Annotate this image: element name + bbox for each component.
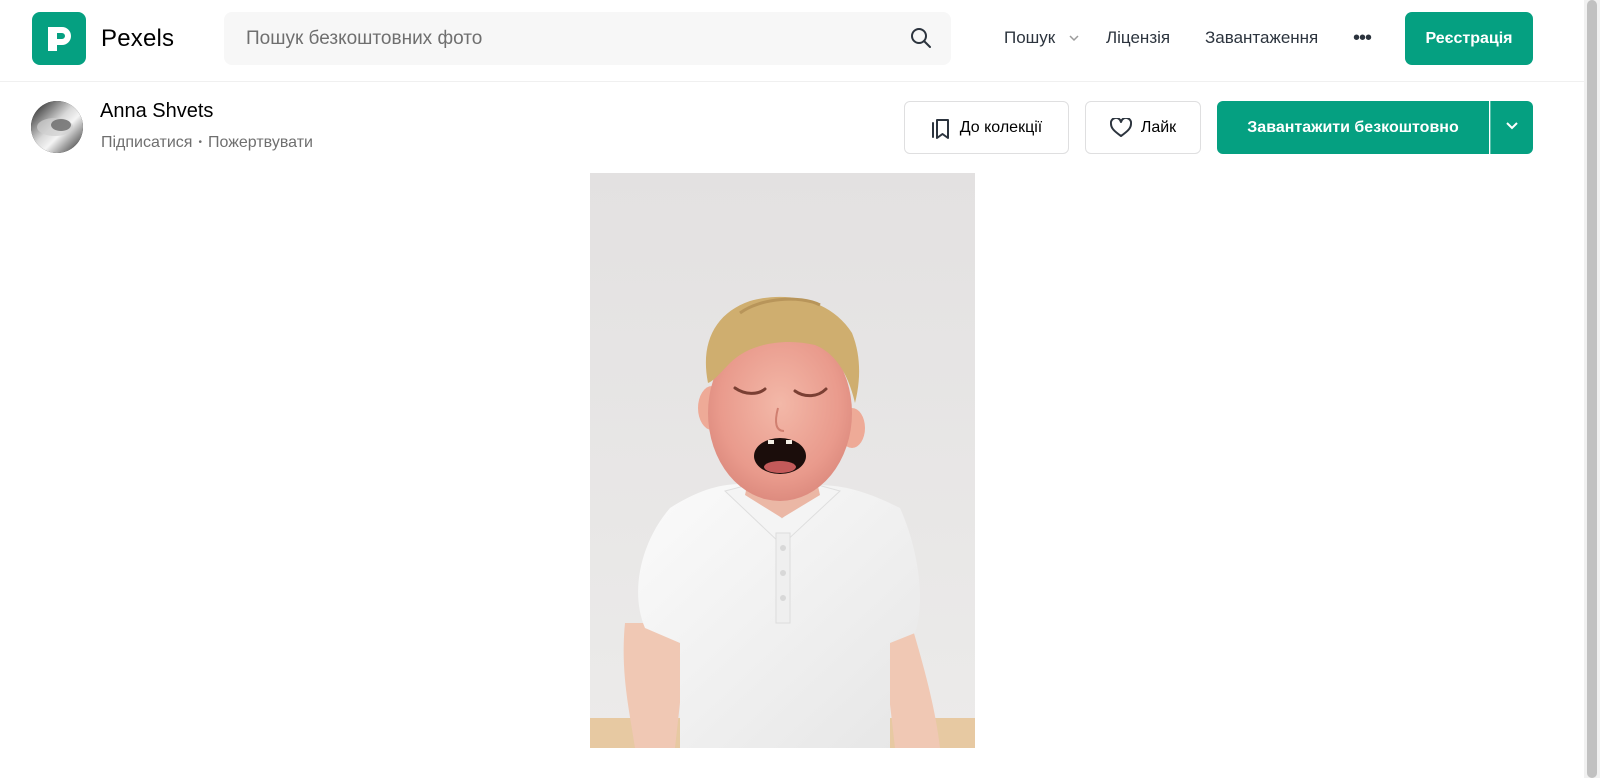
register-button[interactable]: Реєстрація xyxy=(1405,12,1533,65)
like-label: Лайк xyxy=(1140,118,1177,136)
avatar[interactable] xyxy=(31,101,83,153)
author-name[interactable]: Anna Shvets xyxy=(100,100,213,123)
author-links: Підписатися • Пожертвувати xyxy=(101,134,313,152)
main-photo[interactable] xyxy=(590,173,975,748)
download-free-button[interactable]: Завантажити безкоштовно xyxy=(1217,101,1489,154)
like-button[interactable]: Лайк xyxy=(1085,101,1201,154)
scrollbar-thumb[interactable] xyxy=(1587,0,1597,778)
nav-search-dropdown[interactable]: Пошук xyxy=(1004,28,1055,48)
download-options-button[interactable] xyxy=(1490,101,1533,154)
top-navigation-bar: Pexels Пошук Ліцензія Завантаження ••• Р… xyxy=(0,0,1584,82)
nav-downloads-link[interactable]: Завантаження xyxy=(1205,28,1318,48)
heart-icon xyxy=(1109,117,1132,137)
scrollbar-track[interactable] xyxy=(1584,0,1600,778)
logo-text[interactable]: Pexels xyxy=(101,25,174,53)
follow-link[interactable]: Підписатися xyxy=(101,134,192,151)
search-bar xyxy=(224,12,951,65)
nav-license-link[interactable]: Ліцензія xyxy=(1106,28,1170,48)
bookmark-icon xyxy=(931,118,949,139)
add-to-collection-button[interactable]: До колекції xyxy=(904,101,1069,154)
pexels-logo-icon[interactable] xyxy=(32,12,86,65)
search-icon xyxy=(911,28,931,48)
chevron-down-icon xyxy=(1506,122,1518,130)
collect-label: До колекції xyxy=(959,118,1043,136)
more-dots-icon[interactable]: ••• xyxy=(1353,28,1372,48)
search-input[interactable] xyxy=(224,12,894,65)
donate-link[interactable]: Пожертвувати xyxy=(208,134,313,151)
separator-dot: • xyxy=(198,137,202,148)
chevron-down-icon[interactable] xyxy=(1069,35,1079,42)
search-button[interactable] xyxy=(909,27,933,51)
